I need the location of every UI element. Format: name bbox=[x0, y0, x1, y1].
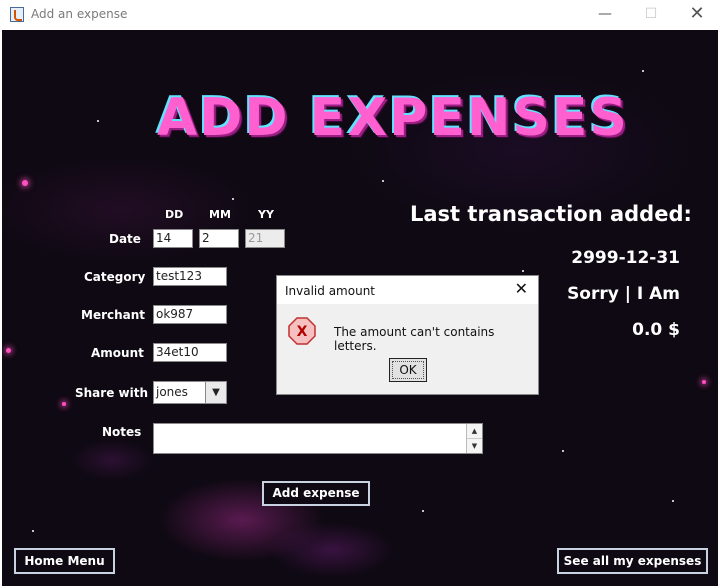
dialog-message: The amount can't contains letters. bbox=[334, 325, 495, 353]
star-decoration bbox=[232, 198, 234, 200]
star-decoration bbox=[97, 120, 99, 122]
share-with-value: jones bbox=[156, 385, 188, 399]
error-icon-glyph: X bbox=[297, 324, 308, 340]
share-with-label: Share with bbox=[75, 386, 148, 400]
scroll-down-icon[interactable]: ▼ bbox=[467, 439, 482, 453]
invalid-amount-dialog: Invalid amount ✕ X The amount can't cont… bbox=[276, 275, 539, 395]
close-window-button[interactable]: ✕ bbox=[674, 0, 720, 30]
notes-scrollbar[interactable]: ▲ ▼ bbox=[466, 424, 482, 453]
column-header-yy: YY bbox=[258, 208, 274, 221]
last-transaction-date: 2999-12-31 bbox=[571, 248, 680, 268]
column-header-mm: MM bbox=[209, 208, 231, 221]
java-app-icon bbox=[10, 7, 24, 22]
star-decoration bbox=[422, 510, 424, 512]
maximize-button[interactable]: ☐ bbox=[628, 0, 674, 30]
home-menu-button[interactable]: Home Menu bbox=[14, 548, 115, 574]
star-decoration bbox=[702, 380, 706, 384]
year-field: 21 bbox=[245, 229, 285, 248]
dialog-title: Invalid amount bbox=[285, 284, 375, 298]
title-bar: Add an expense — ☐ ✕ bbox=[0, 0, 720, 30]
star-decoration bbox=[562, 450, 564, 452]
amount-label: Amount bbox=[91, 346, 144, 360]
error-icon: X bbox=[288, 317, 316, 345]
star-decoration bbox=[32, 530, 34, 532]
star-decoration bbox=[522, 270, 524, 272]
ok-button[interactable]: OK bbox=[389, 358, 427, 382]
category-label: Category bbox=[84, 270, 146, 284]
minimize-button[interactable]: — bbox=[582, 0, 628, 30]
scroll-up-icon[interactable]: ▲ bbox=[467, 424, 482, 439]
notes-textarea[interactable]: ▲ ▼ bbox=[153, 423, 483, 454]
star-decoration bbox=[642, 70, 644, 72]
merchant-label: Merchant bbox=[81, 308, 146, 322]
dialog-title-bar: Invalid amount ✕ bbox=[277, 276, 538, 304]
share-with-dropdown[interactable]: jones ▼ bbox=[153, 381, 227, 404]
star-decoration bbox=[672, 500, 674, 502]
window-title: Add an expense bbox=[31, 7, 128, 21]
month-field[interactable]: 2 bbox=[199, 229, 239, 248]
merchant-field[interactable]: ok987 bbox=[153, 305, 227, 324]
star-decoration bbox=[62, 402, 66, 406]
last-transaction-amount: 0.0 $ bbox=[632, 320, 680, 340]
dialog-close-icon[interactable]: ✕ bbox=[515, 279, 528, 298]
last-transaction-title: Last transaction added: bbox=[410, 202, 692, 226]
star-decoration bbox=[382, 180, 384, 182]
day-field[interactable]: 14 bbox=[153, 229, 193, 248]
amount-field[interactable]: 34et10 bbox=[153, 343, 227, 362]
notes-label: Notes bbox=[102, 425, 142, 439]
chevron-down-icon[interactable]: ▼ bbox=[205, 382, 226, 403]
date-label: Date bbox=[109, 232, 141, 246]
column-header-dd: DD bbox=[165, 208, 184, 221]
last-transaction-name: Sorry | I Am bbox=[567, 284, 680, 304]
add-expenses-banner: ADD EXPENSES bbox=[157, 88, 629, 148]
add-expense-button[interactable]: Add expense bbox=[262, 481, 370, 506]
category-field[interactable]: test123 bbox=[153, 267, 227, 286]
see-all-expenses-button[interactable]: See all my expenses bbox=[557, 548, 708, 574]
star-decoration bbox=[6, 348, 11, 353]
star-decoration bbox=[22, 180, 28, 186]
